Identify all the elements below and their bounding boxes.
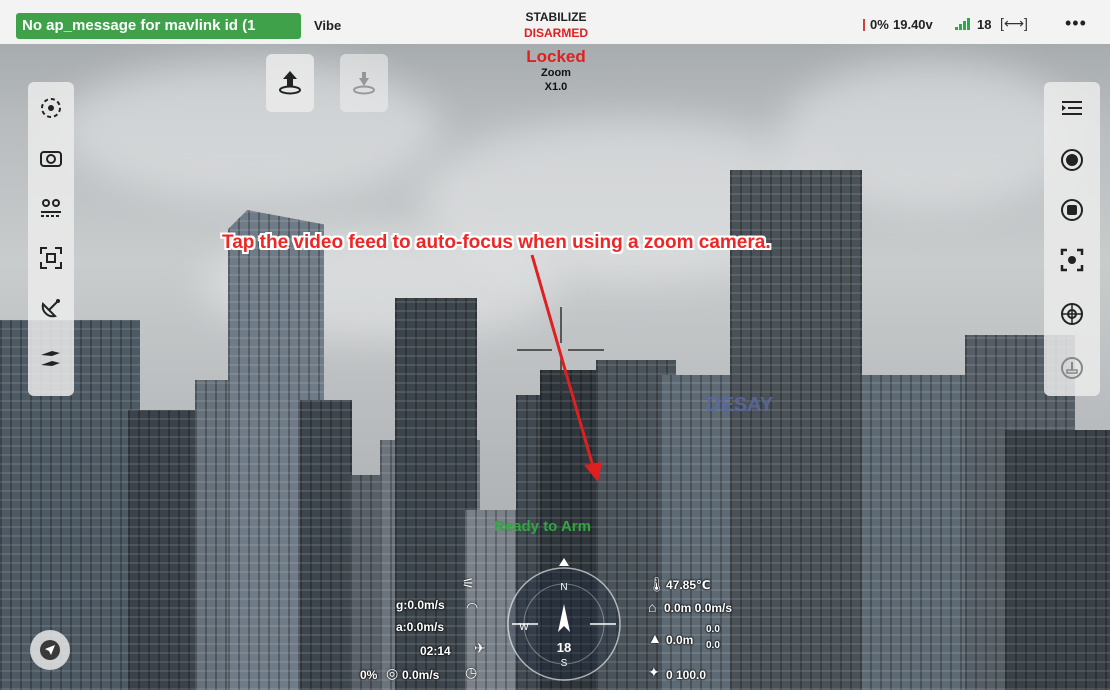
stop-record-button[interactable] [1044,186,1100,234]
battery-percent: 0% [870,17,889,32]
right-toolbar [1044,82,1100,396]
lock-state: Locked [526,47,586,66]
thermometer-icon: 🌡 [648,576,666,592]
gps-hdop: 0 100.0 [666,668,707,682]
waypoints-button[interactable] [28,184,74,232]
satellite-dish-button[interactable] [28,284,74,332]
altitude-icon: ▲ [648,630,662,646]
takeoff-button[interactable] [266,54,314,112]
waypoints-icon [41,199,61,217]
air-speed: a:0.0m/s [396,620,445,634]
gimbal-mode-icon: ⚟ [462,575,475,591]
home-distance-icon: ⌂ [648,599,657,615]
annotation-text: Tap the video feed to auto-focus when us… [222,232,771,253]
clock-icon: ◷ [465,664,478,680]
wheel-button[interactable] [1044,290,1100,338]
battery-icon [845,19,865,31]
menu-list-icon [1062,101,1082,115]
gps-icon: ✦ [648,664,660,680]
power-download-icon [1061,357,1083,379]
battery-voltage: 19.40v [893,17,933,32]
flight-time: 02:14 [420,644,451,658]
message-banner[interactable]: No ap_message for mavlink id (1 [16,13,301,39]
ready-to-arm: Ready to Arm [494,518,591,535]
wheel-icon [1061,303,1083,325]
temperature: 47.85℃ [666,578,711,592]
camera-switch-button[interactable] [28,134,74,182]
ground-speed: g:0.0m/s [396,598,445,612]
takeoff-upload-icon [279,71,301,95]
flight-time-icon: ✈ [474,640,486,656]
capture-focus-button[interactable] [1044,236,1100,284]
return-home-button[interactable] [340,54,388,112]
compass-n: N [560,582,567,593]
arm-state[interactable]: DISARMED [506,26,606,40]
zoom-label: Zoom [541,67,571,79]
menu-list-button[interactable] [1044,84,1100,132]
compass-widget: N W 18 S [507,558,621,681]
takeoff-landing-icon [41,351,60,366]
altitude-sub1: 0.0 [706,624,720,635]
home-distance: 0.0m 0.0m/s [664,601,733,615]
takeoff-landing-button[interactable] [28,334,74,382]
flight-mode[interactable]: STABILIZE [506,10,606,24]
satellite-count: 18 [977,17,992,32]
record-button[interactable] [1044,136,1100,184]
compass-w: W [519,622,529,633]
rc-link-icon[interactable]: [⟷] [1000,15,1028,32]
target-center-button[interactable] [28,84,74,132]
signal-icon [955,18,973,30]
altitude-sub2: 0.0 [706,640,720,651]
locate-button[interactable] [30,630,70,670]
stop-record-icon [1061,199,1083,221]
throttle-percent: 0% [360,668,378,682]
compass-s: S [561,658,568,669]
target-center-icon [41,98,61,118]
satellite-dish-icon [41,299,60,318]
record-icon [1061,149,1083,171]
vehicle-name[interactable]: Vibe [314,18,341,33]
focus-frame-icon [40,247,62,269]
power-download-button[interactable] [1044,344,1100,392]
zoom-value: X1.0 [544,81,568,93]
climb-rate: 0.0m/s [402,668,440,682]
left-toolbar [28,82,74,396]
throttle-icon: ◎ [386,665,399,681]
focus-frame-button[interactable] [28,234,74,282]
camera-switch-icon [40,151,62,167]
status-bar: No ap_message for mavlink id (1 Vibe STA… [0,0,1110,44]
speedometer-icon: ◠ [466,599,479,615]
return-home-icon [353,72,375,95]
heading-value: 18 [557,640,571,655]
capture-focus-icon [1060,248,1084,272]
navigation-arrow-icon [40,640,60,660]
annotation-arrow [530,254,602,482]
altitude: 0.0m [666,633,694,647]
more-menu-button[interactable]: ••• [1065,13,1087,34]
